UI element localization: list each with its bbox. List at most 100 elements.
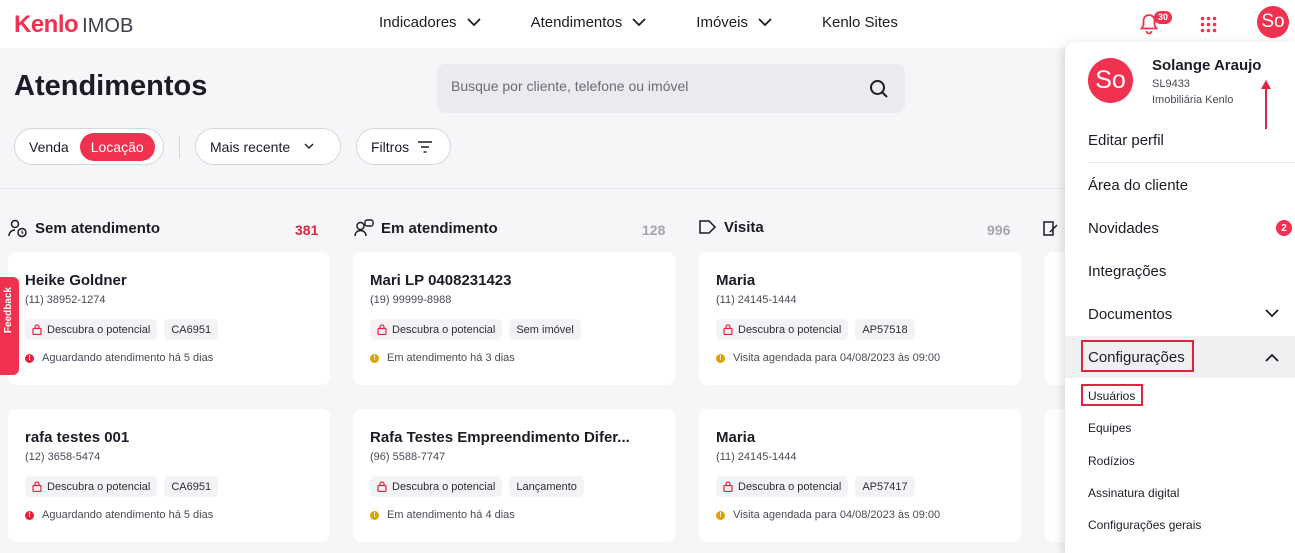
menu-item-documentos[interactable]: Documentos (1088, 306, 1172, 323)
lead-status: ! Aguardando atendimento há 5 dias (25, 509, 213, 521)
main-nav: Indicadores Atendimentos Imóveis Kenlo S… (379, 14, 948, 31)
status-text: Aguardando atendimento há 5 dias (42, 352, 214, 364)
lead-name: rafa testes 001 (25, 429, 130, 446)
lead-phone: (11) 24145-1444 (716, 451, 797, 463)
status-text: Aguardando atendimento há 5 dias (42, 509, 214, 521)
lead-status: ! Em atendimento há 4 dias (370, 509, 515, 521)
lead-card[interactable]: Maria (11) 24145-1444 Descubra o potenci… (699, 409, 1021, 542)
tag-potential: Descubra o potencial (716, 476, 849, 497)
column-title: Visita (724, 219, 764, 236)
alert-icon: ! (370, 510, 379, 520)
divider (1088, 162, 1295, 163)
user-chat-icon (354, 219, 374, 237)
feedback-tab[interactable]: Feedback (0, 277, 19, 375)
nav-kenlo-sites[interactable]: Kenlo Sites (822, 14, 898, 31)
user-menu-panel: So Solange Araujo SL9433 Imobiliária Ken… (1065, 42, 1295, 553)
tag-label: Descubra o potencial (738, 480, 842, 493)
user-avatar-button[interactable]: So (1257, 6, 1289, 38)
lead-card[interactable]: Mari LP 0408231423 (19) 99999-8988 Descu… (353, 252, 675, 385)
feedback-label: Feedback (3, 287, 14, 334)
sort-dropdown[interactable]: Mais recente (195, 128, 341, 165)
column-header-em-atendimento: Em atendimento (354, 219, 498, 238)
filters-label: Filtros (371, 138, 410, 155)
tag-property: Lançamento (509, 476, 584, 497)
lead-card[interactable]: Heike Goldner (11) 38952-1274 Descubra o… (8, 252, 330, 385)
lead-card[interactable]: Maria (11) 24145-1444 Descubra o potenci… (699, 252, 1021, 385)
chevron-down-icon[interactable] (1265, 309, 1279, 318)
tag-potential: Descubra o potencial (370, 319, 503, 340)
alert-icon: ! (25, 353, 34, 363)
lead-phone: (11) 38952-1274 (25, 294, 106, 306)
submenu-assinatura-digital[interactable]: Assinatura digital (1088, 486, 1179, 500)
menu-item-integracoes[interactable]: Integrações (1088, 263, 1166, 280)
tag-property: AP57518 (855, 319, 915, 340)
chevron-down-icon (632, 18, 646, 27)
edit-profile-link[interactable]: Editar perfil (1088, 132, 1164, 149)
lock-icon (377, 481, 387, 492)
lead-name: Maria (716, 272, 756, 289)
logo-brand: Kenlo (14, 11, 79, 38)
chevron-down-icon (466, 18, 481, 27)
user-name: Solange Araujo (1152, 57, 1262, 74)
submenu-rodizios[interactable]: Rodízios (1088, 454, 1135, 468)
sort-label: Mais recente (210, 138, 291, 155)
column-header-sem-atendimento: Sem atendimento (8, 219, 160, 238)
status-text: Em atendimento há 4 dias (387, 509, 515, 521)
lock-icon (32, 324, 42, 335)
tag-label: Descubra o potencial (47, 323, 151, 336)
tag-potential: Descubra o potencial (716, 319, 849, 340)
lock-icon (32, 481, 42, 492)
tag-label: Descubra o potencial (392, 480, 496, 493)
column-title: Em atendimento (381, 220, 498, 237)
tag-potential: Descubra o potencial (25, 476, 158, 497)
business-type-toggle: Venda Locação (14, 128, 164, 165)
lead-card[interactable]: Rafa Testes Empreendimento Difer... (96)… (353, 409, 675, 542)
divider (179, 136, 180, 158)
highlight-box (1081, 340, 1194, 372)
search-icon[interactable] (869, 79, 889, 99)
toggle-locacao[interactable]: Locação (79, 132, 155, 161)
lead-card[interactable]: rafa testes 001 (12) 3658-5474 Descubra … (8, 409, 330, 542)
menu-item-novidades[interactable]: Novidades (1088, 220, 1159, 237)
search-input[interactable] (451, 78, 851, 94)
lead-name: Rafa Testes Empreendimento Difer... (370, 429, 630, 446)
column-title: Sem atendimento (35, 220, 161, 237)
submenu-configuracoes-gerais[interactable]: Configurações gerais (1088, 518, 1201, 532)
tag-property: CA6951 (164, 476, 219, 497)
menu-item-area-cliente[interactable]: Área do cliente (1088, 177, 1188, 194)
lead-status: ! Visita agendada para 04/08/2023 às 09:0… (716, 509, 940, 521)
chevron-up-icon[interactable] (1265, 353, 1279, 362)
kenlo-logo[interactable]: Kenlo IMOB (14, 11, 133, 39)
lock-icon (723, 481, 733, 492)
news-badge: 2 (1276, 220, 1292, 236)
notifications-button[interactable]: 30 (1139, 11, 1173, 40)
alert-icon: ! (716, 353, 725, 363)
logo-product: IMOB (82, 15, 134, 37)
column-count: 996 (987, 222, 1011, 238)
tag-potential: Descubra o potencial (25, 319, 158, 340)
nav-label: Kenlo Sites (821, 14, 898, 31)
nav-imoveis[interactable]: Imóveis (696, 14, 772, 31)
lead-phone: (19) 99999-8988 (370, 294, 452, 306)
filters-button[interactable]: Filtros (356, 128, 451, 165)
toggle-venda[interactable]: Venda (18, 133, 80, 161)
submenu-equipes[interactable]: Equipes (1088, 421, 1131, 435)
nav-atendimentos[interactable]: Atendimentos (531, 14, 647, 31)
avatar: So (1088, 58, 1133, 103)
nav-label: Atendimentos (530, 14, 623, 31)
notifications-badge: 30 (1154, 11, 1173, 24)
alert-icon: ! (25, 510, 34, 520)
nav-indicadores[interactable]: Indicadores (379, 14, 481, 31)
column-header-visita: Visita (698, 219, 764, 236)
user-org: Imobiliária Kenlo (1152, 94, 1234, 106)
alert-icon: ! (716, 510, 725, 520)
filter-icon (418, 140, 433, 153)
lead-phone: (12) 3658-5474 (25, 451, 101, 463)
chevron-down-icon (304, 143, 314, 149)
tag-property: AP57417 (855, 476, 915, 497)
status-text: Visita agendada para 04/08/2023 às 09:00 (733, 509, 941, 521)
tag-property: Sem imóvel (509, 319, 581, 340)
search-box (437, 64, 905, 113)
apps-button[interactable] (1200, 16, 1217, 38)
tag-potential: Descubra o potencial (370, 476, 503, 497)
